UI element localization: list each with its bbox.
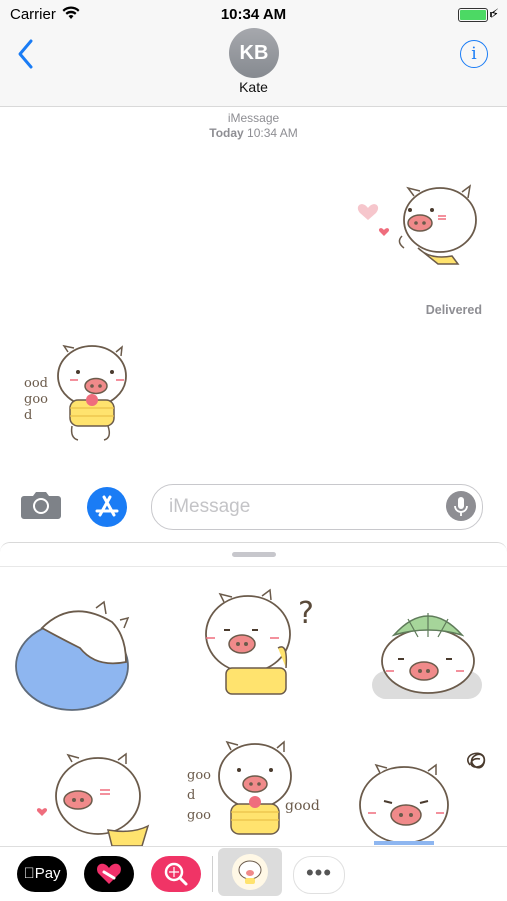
digital-touch-app[interactable] (84, 856, 134, 892)
more-apps-button[interactable]: ••• (293, 856, 345, 894)
charging-bolt-icon: ⚡ (490, 6, 500, 21)
image-search-app[interactable] (151, 856, 201, 892)
message-compose-field[interactable] (151, 484, 483, 530)
timestamp-time: 10:34 AM (247, 126, 298, 140)
good-handwriting-right: good (285, 798, 320, 814)
info-icon[interactable]: i (460, 40, 488, 68)
strip-divider (212, 856, 213, 892)
back-chevron-icon[interactable] (14, 38, 38, 70)
clock: 10:34 AM (220, 6, 287, 23)
status-bar: Carrier 10:34 AM ⚡ (0, 0, 507, 28)
message-timestamp: Today 10:34 AM (0, 126, 507, 140)
contact-name[interactable]: Kate (0, 79, 507, 95)
drawer-grabber-handle[interactable] (232, 552, 276, 557)
sticker-shy-pig-heart[interactable] (30, 752, 150, 846)
sticker-frustrated-pig[interactable] (358, 745, 498, 845)
question-mark: ? (298, 596, 314, 631)
battery-icon (458, 8, 492, 22)
apple-pay-app[interactable]: Pay (17, 856, 67, 892)
received-sticker[interactable]: ood goo d (20, 344, 140, 446)
pig-sticker-app-icon[interactable] (218, 848, 282, 896)
good-handwriting-left: goo d goo (187, 768, 211, 823)
camera-icon[interactable] (20, 487, 62, 526)
drawer-divider (0, 566, 507, 567)
good-handwriting: ood goo d (24, 376, 48, 423)
conversation-header: KB Kate i (0, 28, 507, 107)
delivered-status: Delivered (425, 303, 482, 317)
sticker-good-good-pig[interactable]: goo d goo good (185, 740, 325, 846)
apple-pay-label: Pay (29, 865, 61, 882)
message-input[interactable] (167, 494, 431, 520)
service-label: iMessage (227, 111, 280, 125)
sent-sticker[interactable] (352, 178, 482, 270)
apple-icon:  (23, 865, 34, 882)
timestamp-day: Today (209, 126, 244, 140)
app-store-icon[interactable] (87, 487, 127, 527)
sticker-confused-pig[interactable]: ? (198, 588, 328, 698)
sticker-pig-in-hat[interactable] (368, 605, 488, 705)
contact-avatar[interactable]: KB (229, 28, 279, 78)
sticker-sleeping-pig[interactable] (12, 600, 132, 715)
microphone-icon[interactable] (446, 491, 476, 521)
